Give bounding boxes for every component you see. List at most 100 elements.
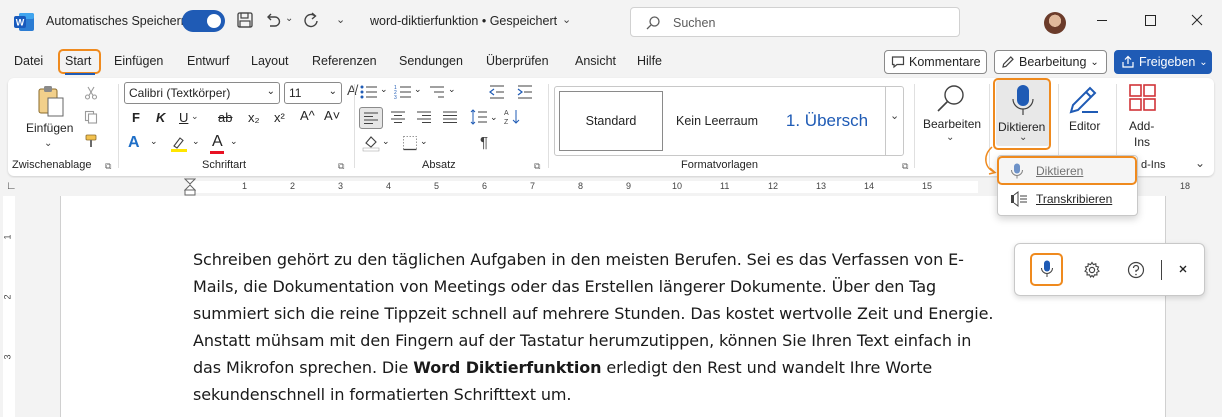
borders-chevron-icon[interactable]: ⌄ — [420, 136, 428, 147]
paste-icon[interactable] — [36, 84, 66, 118]
multilevel-list-icon[interactable] — [428, 84, 446, 100]
italic-button[interactable]: K — [156, 110, 165, 125]
redo-icon[interactable] — [302, 11, 320, 29]
ruler-number: 7 — [530, 181, 536, 191]
shading-chevron-icon[interactable]: ⌄ — [382, 136, 390, 147]
minimize-icon[interactable] — [1094, 12, 1110, 28]
tab-entwurf[interactable]: Entwurf — [187, 54, 229, 68]
copy-icon[interactable] — [84, 110, 98, 124]
highlight-chevron-icon[interactable]: ⌄ — [192, 136, 200, 147]
editing-chevron-icon[interactable]: ⌄ — [946, 132, 954, 143]
undo-dropdown-icon[interactable]: ⌄ — [285, 13, 293, 24]
styles-more-button[interactable]: ⌄ — [885, 87, 904, 155]
add-ins-label-line2[interactable]: Ins — [1134, 135, 1150, 149]
document-title[interactable]: word-diktierfunktion • Gespeichert — [370, 14, 557, 28]
menu-item-transcribe[interactable]: Transkribieren — [998, 186, 1137, 212]
collapse-ribbon-icon[interactable]: ⌄ — [1195, 156, 1205, 170]
tab-datei[interactable]: Datei — [14, 54, 43, 68]
title-chevron-down-icon[interactable]: ⌄ — [562, 13, 571, 26]
comments-button[interactable]: Kommentare — [884, 50, 987, 74]
tab-layout[interactable]: Layout — [251, 54, 289, 68]
tab-referenzen[interactable]: Referenzen — [312, 54, 377, 68]
tab-einfuegen[interactable]: Einfügen — [114, 54, 163, 68]
close-window-icon[interactable] — [1189, 12, 1205, 28]
autosave-toggle[interactable] — [182, 10, 225, 32]
dictation-microphone-icon[interactable] — [1040, 260, 1054, 278]
format-painter-icon[interactable] — [84, 134, 98, 148]
bullets-chevron-icon[interactable]: ⌄ — [380, 84, 388, 95]
numbering-chevron-icon[interactable]: ⌄ — [414, 84, 422, 95]
shrink-font-button[interactable]: A˅ — [324, 108, 340, 123]
subscript-button[interactable]: x₂ — [248, 110, 260, 125]
paragraph-launcher-icon[interactable]: ⧉ — [534, 161, 540, 172]
styles-launcher-icon[interactable]: ⧉ — [902, 161, 908, 172]
add-ins-icon[interactable] — [1129, 84, 1157, 112]
style-heading-1[interactable]: 1. Übersch — [771, 91, 883, 151]
cut-icon[interactable] — [84, 86, 98, 100]
add-ins-label-line1[interactable]: Add- — [1129, 119, 1154, 133]
font-color-chevron-icon[interactable]: ⌄ — [230, 136, 238, 147]
editor-icon[interactable] — [1068, 84, 1100, 116]
decrease-indent-icon[interactable] — [488, 84, 506, 100]
align-left-button[interactable] — [359, 107, 383, 129]
multilevel-chevron-icon[interactable]: ⌄ — [448, 84, 456, 95]
line-spacing-icon[interactable] — [470, 108, 488, 126]
text-effects-button[interactable]: A — [128, 134, 140, 152]
find-icon[interactable] — [934, 82, 968, 116]
tab-sendungen[interactable]: Sendungen — [399, 54, 463, 68]
justify-icon[interactable] — [442, 110, 458, 124]
save-icon[interactable] — [236, 11, 254, 29]
vertical-ruler[interactable]: 1 2 3 — [0, 196, 18, 417]
style-no-spacing[interactable]: Kein Leerraum — [667, 91, 767, 151]
superscript-button[interactable]: x² — [274, 110, 285, 125]
search-placeholder: Suchen — [673, 16, 716, 30]
paste-chevron-icon[interactable]: ⌄ — [44, 138, 52, 149]
line-spacing-chevron-icon[interactable]: ⌄ — [490, 112, 498, 123]
font-color-icon[interactable]: A — [212, 133, 223, 151]
user-avatar[interactable] — [1044, 12, 1066, 34]
paste-label[interactable]: Einfügen — [26, 121, 73, 135]
settings-gear-icon[interactable] — [1083, 261, 1101, 279]
customize-toolbar-icon[interactable]: ⌄ — [336, 13, 345, 26]
align-right-icon[interactable] — [416, 110, 432, 124]
menu-item-transcribe-label: Transkribieren — [1036, 192, 1113, 206]
text-effects-chevron-icon[interactable]: ⌄ — [150, 136, 158, 147]
tab-selector-icon[interactable]: ∟ — [6, 180, 17, 192]
search-box[interactable]: Suchen — [630, 7, 960, 37]
numbering-icon[interactable]: 123 — [394, 84, 412, 100]
editing-mode-button[interactable]: Bearbeitung ⌄ — [994, 50, 1107, 74]
tab-hilfe[interactable]: Hilfe — [637, 54, 662, 68]
undo-icon[interactable] — [264, 11, 282, 29]
sort-icon[interactable]: AZ — [504, 108, 520, 126]
show-formatting-marks-icon[interactable]: ¶ — [480, 134, 488, 151]
font-launcher-icon[interactable]: ⧉ — [338, 161, 344, 172]
share-button[interactable]: Freigeben ⌄ — [1114, 50, 1212, 74]
shading-icon[interactable] — [362, 134, 380, 152]
document-line: sekundenschnell in formatierten Schriftt… — [193, 385, 572, 404]
help-icon[interactable] — [1127, 261, 1145, 279]
maximize-icon[interactable] — [1142, 12, 1158, 28]
grow-font-button[interactable]: A^ — [300, 108, 315, 123]
highlight-color-icon[interactable] — [170, 136, 188, 152]
indent-marker-icon[interactable] — [184, 178, 196, 196]
borders-icon[interactable] — [402, 135, 418, 151]
editor-label[interactable]: Editor — [1069, 119, 1100, 133]
underline-chevron-icon[interactable]: ⌄ — [191, 111, 199, 122]
clipboard-group-label: Zwischenablage — [12, 159, 92, 171]
close-dictation-icon[interactable] — [1177, 263, 1189, 275]
tab-ueberpruefen[interactable]: Überprüfen — [486, 54, 549, 68]
font-name-combo[interactable]: Calibri (Textkörper) ⌄ — [124, 82, 280, 104]
bold-button[interactable]: F — [132, 110, 140, 125]
font-size-combo[interactable]: 11 ⌄ — [284, 82, 342, 104]
styles-expand-icon: ⌄ — [890, 110, 900, 122]
document-page[interactable]: Schreiben gehört zu den täglichen Aufgab… — [60, 196, 1166, 417]
style-standard[interactable]: Standard — [559, 91, 663, 151]
increase-indent-icon[interactable] — [516, 84, 534, 100]
bullets-icon[interactable] — [360, 84, 378, 100]
clipboard-launcher-icon[interactable]: ⧉ — [105, 161, 111, 172]
strikethrough-button[interactable]: ab — [218, 110, 232, 125]
underline-button[interactable]: U — [179, 110, 188, 125]
tab-ansicht[interactable]: Ansicht — [575, 54, 616, 68]
align-center-icon[interactable] — [390, 110, 406, 124]
editing-group-button[interactable]: Bearbeiten — [923, 117, 981, 131]
